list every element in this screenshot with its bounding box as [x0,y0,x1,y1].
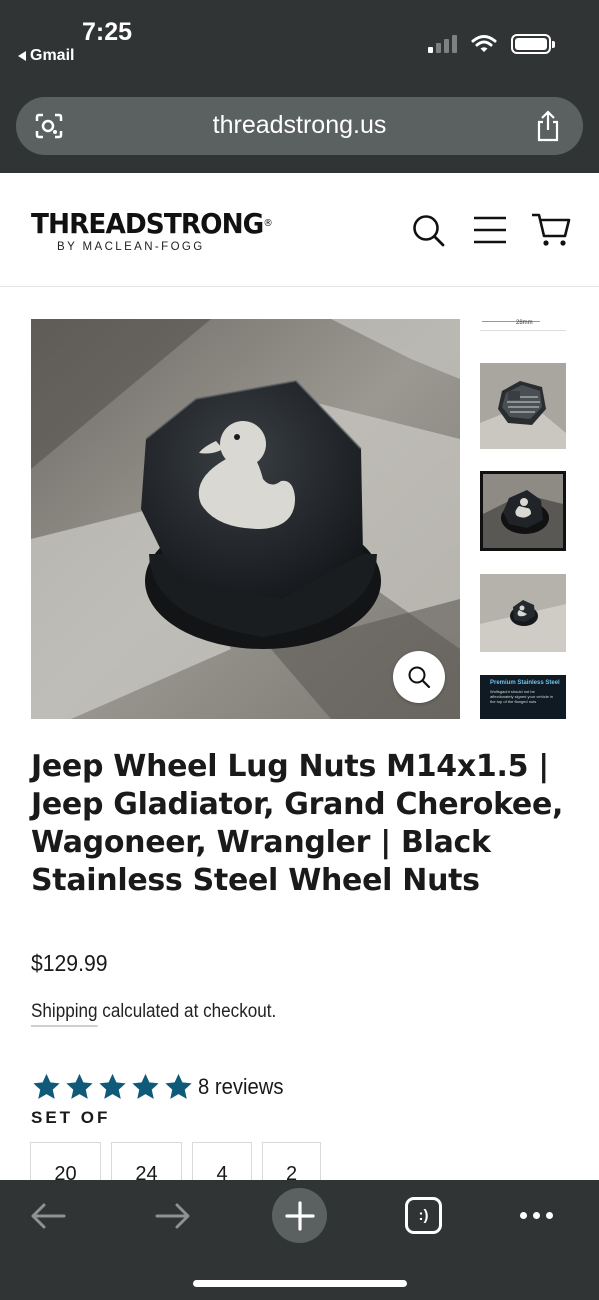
more-icon[interactable] [520,1212,553,1219]
plus-icon [284,1200,315,1231]
site-header: THREADSTRONG® BY MACLEAN-FOGG [0,173,599,287]
search-icon[interactable] [411,213,445,247]
thumbnail-duck-nut-selected[interactable] [480,471,566,551]
star-icon [165,1073,192,1099]
zoom-button[interactable] [393,651,445,703]
product-title: Jeep Wheel Lug Nuts M14x1.5 | Jeep Gladi… [31,749,564,898]
shipping-link[interactable]: Shipping [31,1001,98,1027]
registered-mark: ® [263,218,273,229]
home-indicator [193,1280,407,1287]
thumbnail-premium-steel[interactable]: Premium Stainless Steel Wolfsgacht shoul… [480,675,566,719]
star-icon [66,1073,93,1099]
browser-top-chrome: 7:25 Gmail threadstrong.us [0,0,599,173]
forward-arrow-icon[interactable] [155,1202,191,1230]
rating-stars[interactable] [31,1072,194,1102]
wifi-icon [471,35,497,52]
lug-nut-duck-photo [31,319,460,719]
status-time: 7:25 [82,18,133,46]
cart-icon[interactable] [531,212,571,248]
shipping-text: calculated at checkout. [97,1001,277,1022]
logo-wordmark: THREADSTRONG [31,207,264,240]
back-arrow-icon[interactable] [30,1202,66,1230]
thumbnail-dimensions[interactable]: 28mm [480,319,566,331]
threadstrong-logo[interactable]: THREADSTRONG® BY MACLEAN-FOGG [31,207,288,254]
thumbnail-duck-ground[interactable] [480,574,566,652]
reviews-count[interactable]: 8 reviews [198,1074,283,1100]
signal-icon [428,35,457,53]
url-bar[interactable]: threadstrong.us [16,97,583,155]
product-main-image[interactable] [31,319,460,719]
menu-icon[interactable] [473,215,507,245]
star-icon [99,1073,126,1099]
new-tab-button[interactable] [272,1188,327,1243]
logo-subtitle: BY MACLEAN-FOGG [57,241,205,253]
thumbnail-premium-title: Premium Stainless Steel [490,680,560,686]
status-icons [428,34,555,54]
url-text: threadstrong.us [212,111,387,139]
star-icon [132,1073,159,1099]
back-triangle-icon [18,51,26,61]
back-to-app-link[interactable]: Gmail [18,47,74,65]
set-of-label: SET OF [31,1108,111,1127]
tabs-button[interactable]: :) [405,1197,442,1234]
thumbnail-dimension-text: 28mm [516,320,533,326]
product-price: $129.99 [31,950,108,976]
back-app-label: Gmail [30,47,75,64]
zoom-icon [408,666,431,689]
share-icon[interactable] [535,110,561,142]
thumbnail-premium-text: Wolfsgacht should not be affectionately … [490,689,554,704]
star-icon [33,1073,60,1099]
shipping-note: Shipping calculated at checkout. [31,1001,277,1027]
battery-icon [511,34,555,54]
thumbnail-flag-nut[interactable] [480,363,566,449]
